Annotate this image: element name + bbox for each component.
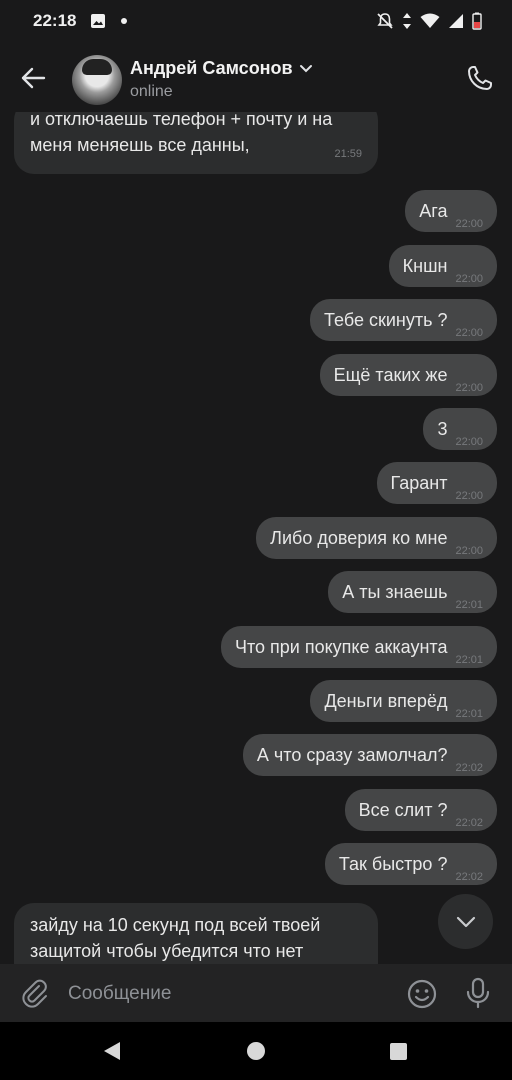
avatar[interactable]: [72, 55, 122, 105]
message-text: А ты знаешь: [342, 582, 448, 602]
message-text: Все слит ?: [358, 800, 448, 820]
contact-status: online: [130, 83, 173, 100]
message-outgoing[interactable]: Либо доверия ко мне 22:00: [256, 517, 497, 559]
status-icons: [376, 12, 482, 30]
message-outgoing[interactable]: 3 22:00: [423, 408, 497, 450]
message-time: 22:01: [455, 708, 483, 720]
message-time: 22:01: [455, 599, 483, 611]
phone-icon[interactable]: [466, 64, 494, 97]
nav-recent-apps-icon[interactable]: [390, 1043, 407, 1060]
message-text: Деньги вперёд: [324, 691, 448, 711]
message-composer: [0, 964, 512, 1022]
message-time: 22:00: [455, 273, 483, 285]
message-text: зайду на 10 секунд под всей твоей защито…: [30, 915, 321, 961]
paperclip-icon[interactable]: [20, 978, 50, 1013]
chat-header: Андрей Самсонов online: [0, 44, 512, 112]
message-text: Либо доверия ко мне: [270, 528, 448, 548]
message-text: и отключаешь телефон + почту и на меня м…: [30, 112, 333, 155]
message-outgoing[interactable]: Так быстро ? 22:02: [324, 843, 497, 885]
nav-back-icon[interactable]: [103, 1041, 121, 1066]
message-text: 3: [437, 419, 448, 439]
message-text: Кншн: [402, 256, 448, 276]
message-outgoing[interactable]: Ещё таких же 22:00: [319, 354, 497, 396]
mute-icon: [377, 13, 393, 29]
message-text: Гарант: [390, 473, 448, 493]
nav-home-icon[interactable]: [247, 1042, 265, 1060]
message-incoming[interactable]: зайду на 10 секунд под всей твоей защито…: [14, 903, 378, 964]
smile-icon[interactable]: [406, 978, 438, 1015]
back-arrow-icon[interactable]: [20, 65, 46, 96]
data-transfer-icon: [403, 13, 411, 29]
message-time: 22:00: [455, 545, 483, 557]
message-outgoing[interactable]: Гарант 22:00: [376, 462, 497, 504]
message-time: 22:00: [455, 382, 483, 394]
contact-name: Андрей Самсонов: [130, 58, 293, 78]
scroll-down-button[interactable]: [438, 894, 493, 949]
signal-icon: [449, 14, 463, 28]
chevron-down-icon: [299, 64, 312, 72]
message-outgoing[interactable]: Все слит ? 22:02: [344, 789, 497, 831]
status-time: 22:18: [33, 11, 77, 30]
message-outgoing[interactable]: Тебе скинуть ? 22:00: [310, 299, 497, 341]
message-time: 22:00: [455, 436, 483, 448]
message-time: 22:02: [455, 871, 483, 883]
chevron-down-icon: [456, 916, 475, 927]
system-navigation-bar: [0, 1022, 512, 1080]
message-time: 22:02: [455, 762, 483, 774]
message-time: 21:59: [334, 148, 362, 160]
wifi-icon: [420, 13, 440, 28]
message-text: Так быстро ?: [338, 854, 448, 874]
message-text: Ещё таких же: [333, 365, 448, 385]
message-outgoing[interactable]: А ты знаешь 22:01: [328, 571, 497, 613]
notification-dot-icon: [121, 18, 127, 24]
microphone-icon[interactable]: [465, 977, 491, 1014]
battery-icon: [472, 12, 482, 30]
message-outgoing[interactable]: Кншн 22:00: [388, 245, 497, 287]
message-outgoing[interactable]: А что сразу замолчал? 22:02: [242, 734, 497, 776]
status-bar: 22:18: [0, 0, 512, 44]
message-time: 22:00: [455, 327, 483, 339]
message-time: 22:01: [455, 654, 483, 666]
message-text: Что при покупке аккаунта: [234, 637, 448, 657]
message-time: 22:02: [455, 817, 483, 829]
message-list[interactable]: и отключаешь телефон + почту и на меня м…: [0, 112, 512, 964]
gallery-notification-icon: [90, 13, 106, 34]
message-text: Ага: [419, 201, 448, 221]
message-outgoing[interactable]: Ага 22:00: [405, 190, 497, 232]
message-input[interactable]: [62, 978, 382, 1010]
message-outgoing[interactable]: Что при покупке аккаунта 22:01: [220, 626, 497, 668]
message-text: Тебе скинуть ?: [324, 310, 448, 330]
contact-name-row[interactable]: Андрей Самсонов: [130, 58, 313, 79]
message-outgoing[interactable]: Деньги вперёд 22:01: [310, 680, 497, 722]
message-time: 22:00: [455, 490, 483, 502]
message-time: 22:00: [455, 218, 483, 230]
message-text: А что сразу замолчал?: [256, 745, 448, 765]
message-incoming[interactable]: и отключаешь телефон + почту и на меня м…: [14, 112, 378, 174]
